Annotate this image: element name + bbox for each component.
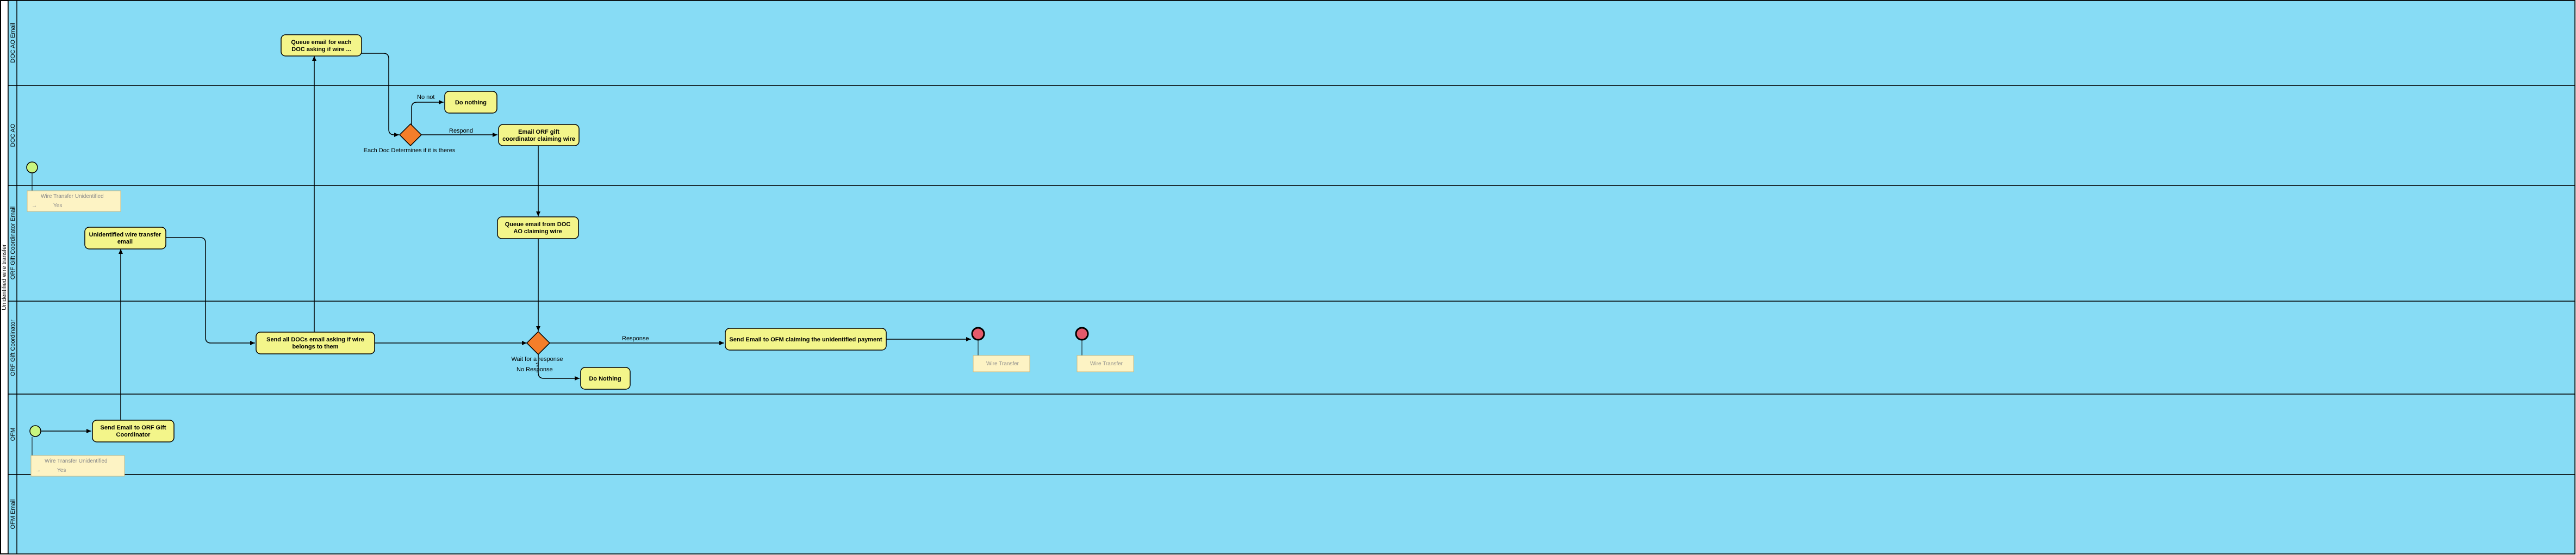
lane-label: DOC AO Email: [10, 23, 16, 63]
task-send-all-docs: Send all DOCs email asking if wire belon…: [256, 332, 375, 354]
arrow-glyph: →: [35, 467, 41, 473]
start-event-ofm: [29, 425, 41, 437]
lane-label: OFM Email: [10, 500, 16, 529]
end-event-1: [971, 327, 985, 341]
svg-text:Unidentified wire transfer: Unidentified wire transfer: [89, 232, 161, 238]
svg-text:Wire Transfer Unidentified: Wire Transfer Unidentified: [45, 458, 108, 464]
task-queue-email-each-doc: Queue email for each DOC asking if wire …: [281, 34, 362, 57]
task-unidentified-wire-email: Unidentified wire transfer email: [84, 227, 166, 250]
svg-text:Yes: Yes: [53, 203, 62, 209]
lane-label: OFM: [10, 428, 16, 441]
svg-text:Queue email for each: Queue email for each: [291, 39, 352, 46]
data-annotation-ofm: Wire Transfer Unidentified → Yes: [30, 455, 125, 477]
lane-label: ORF Gift Coordinator: [10, 320, 16, 376]
svg-text:Yes: Yes: [57, 467, 66, 473]
lane-doc-ao-email: DOC AO Email: [8, 0, 2575, 86]
gateway-label: Each Doc Determines if it is theres: [364, 147, 456, 154]
svg-text:Do nothing: Do nothing: [455, 99, 487, 106]
svg-text:Queue email from DOC: Queue email from DOC: [505, 221, 570, 228]
lane-label: ORF Gift Coordinator Email: [10, 207, 16, 279]
svg-text:Send Email to OFM claiming the: Send Email to OFM claiming the unidentif…: [729, 336, 882, 343]
edge-label-no-not: No not: [417, 94, 434, 101]
task-send-email-orf: Send Email to ORF Gift Coordinator: [92, 420, 175, 442]
task-queue-email-from-doc: Queue email from DOC AO claiming wire: [497, 216, 579, 239]
svg-text:Wire Transfer Unidentified: Wire Transfer Unidentified: [41, 194, 104, 199]
edge-label-response: Response: [622, 335, 649, 342]
svg-text:Wire Transfer: Wire Transfer: [986, 361, 1019, 367]
svg-text:AO claiming wire: AO claiming wire: [513, 228, 562, 235]
gateway-label: ?: [536, 362, 539, 369]
data-annotation-end-2: Wire Transfer: [1077, 355, 1134, 372]
svg-text:Send Email to ORF Gift: Send Email to ORF Gift: [100, 425, 166, 431]
svg-text:DOC asking if wire ...: DOC asking if wire ...: [291, 46, 351, 53]
task-send-email-ofm: Send Email to OFM claiming the unidentif…: [725, 328, 887, 351]
bpmn-diagram: Unidentified wire transfer DOC AO Email …: [0, 0, 2575, 554]
task-do-nothing-top: Do nothing: [444, 91, 497, 114]
lane-orf-gift: ORF Gift Coordinator: [8, 301, 2575, 395]
data-annotation-orf: Wire Transfer Unidentified → Yes: [27, 190, 121, 212]
svg-text:belongs to them: belongs to them: [293, 344, 339, 350]
lane-label: DOC AO: [10, 123, 16, 147]
lane-orf-gift-email: ORF Gift Coordinator Email: [8, 185, 2575, 302]
svg-text:Coordinator: Coordinator: [116, 432, 151, 438]
svg-text:Email ORF gift: Email ORF gift: [518, 129, 559, 135]
lane-ofm: OFM: [8, 394, 2575, 475]
arrow-glyph: →: [32, 203, 37, 209]
svg-text:email: email: [117, 239, 133, 245]
lane-ofm-email: OFM Email: [8, 474, 2575, 554]
pool-title: Unidentified wire transfer: [1, 244, 8, 310]
svg-text:Do Nothing: Do Nothing: [589, 376, 621, 382]
lane-doc-ao: DOC AO: [8, 85, 2575, 186]
start-event-doc-ao: [26, 161, 38, 173]
task-email-orf-claiming: Email ORF gift coordinator claiming wire: [498, 124, 580, 146]
svg-text:Wire Transfer: Wire Transfer: [1090, 361, 1123, 367]
end-event-2: [1075, 327, 1089, 341]
edge-label-no-response: No Response: [517, 366, 553, 373]
edge-label-respond: Respond: [449, 128, 473, 134]
task-do-nothing-bottom: Do Nothing: [580, 367, 631, 390]
data-annotation-end-1: Wire Transfer: [973, 355, 1030, 372]
svg-text:Send all DOCs email asking if: Send all DOCs email asking if wire: [266, 336, 364, 343]
svg-text:coordinator claiming wire: coordinator claiming wire: [502, 136, 575, 142]
